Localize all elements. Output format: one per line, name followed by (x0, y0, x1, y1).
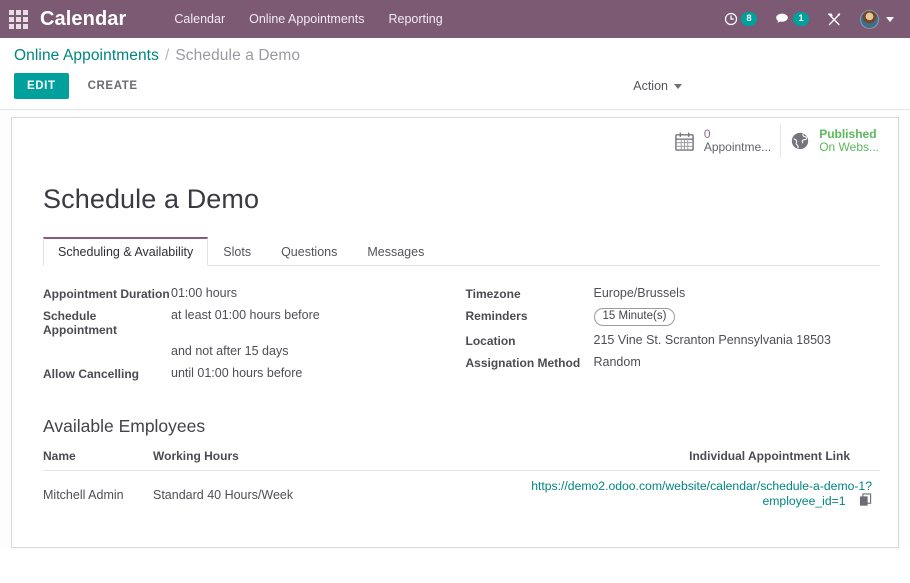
edit-button[interactable]: EDIT (14, 73, 69, 99)
field-allow-cancelling-value[interactable]: until 01:00 hours before (171, 366, 302, 381)
stat-appointments-label: Appointme... (704, 141, 771, 154)
breadcrumb-online-appointments[interactable]: Online Appointments (14, 47, 159, 65)
app-brand-title[interactable]: Calendar (40, 8, 126, 31)
field-reminders: Reminders 15 Minute(s) (466, 308, 881, 326)
stat-button-bar: 0 Appointme... Published On Webs... (12, 118, 898, 158)
calendar-icon (674, 131, 695, 152)
field-group-right: Timezone Europe/Brussels Reminders 15 Mi… (466, 286, 881, 388)
chevron-down-icon (886, 17, 894, 22)
field-appointment-duration-value[interactable]: 01:00 hours (171, 286, 237, 301)
chat-bubble-icon (775, 12, 790, 26)
breadcrumb-separator: / (165, 47, 169, 65)
field-reminders-label: Reminders (466, 308, 594, 323)
field-location-label: Location (466, 333, 594, 348)
navbar-right-tools: 8 1 (716, 8, 902, 31)
control-panel: Online Appointments / Schedule a Demo ED… (0, 38, 910, 110)
nav-item-reporting[interactable]: Reporting (376, 6, 454, 32)
table-row[interactable]: Mitchell Admin Standard 40 Hours/Week ht… (43, 471, 880, 517)
employee-link-cell: https://demo2.odoo.com/website/calendar/… (483, 471, 880, 517)
field-schedule-appointment: Schedule Appointment at least 01:00 hour… (43, 308, 458, 337)
field-timezone-label: Timezone (466, 286, 594, 301)
top-navbar: Calendar Calendar Online Appointments Re… (0, 0, 910, 38)
avatar (860, 10, 879, 29)
form-content: Schedule a Demo Scheduling & Availabilit… (12, 158, 898, 516)
stat-button-website-published[interactable]: Published On Webs... (780, 124, 888, 158)
column-header-individual-appointment-link[interactable]: Individual Appointment Link (483, 445, 880, 471)
form-notebook-tabs: Scheduling & Availability Slots Question… (43, 237, 880, 266)
field-assignation-method: Assignation Method Random (466, 355, 881, 370)
tab-messages[interactable]: Messages (352, 237, 439, 266)
tab-scheduling-availability[interactable]: Scheduling & Availability (43, 237, 208, 266)
field-appointment-duration-label: Appointment Duration (43, 286, 171, 301)
field-schedule-appointment-row2: and not after 15 days (43, 344, 458, 359)
user-menu[interactable] (852, 8, 898, 31)
employees-table-body: Mitchell Admin Standard 40 Hours/Week ht… (43, 471, 880, 517)
control-panel-right: Action (627, 75, 896, 97)
reminder-tag[interactable]: 15 Minute(s) (594, 308, 676, 326)
field-allow-cancelling: Allow Cancelling until 01:00 hours befor… (43, 366, 458, 381)
odoo-app-window: Calendar Calendar Online Appointments Re… (0, 0, 910, 583)
activities-menu[interactable]: 8 (716, 8, 765, 30)
field-assignation-method-label: Assignation Method (466, 355, 594, 370)
stat-button-appointments-text: 0 Appointme... (704, 128, 771, 154)
employees-table-head: Name Working Hours Individual Appointmen… (43, 445, 880, 471)
wrench-screwdriver-icon (827, 12, 842, 27)
page-title: Schedule a Demo (43, 184, 880, 215)
field-location-value[interactable]: 215 Vine St. Scranton Pennsylvania 18503 (594, 333, 831, 348)
available-employees-title: Available Employees (43, 416, 880, 437)
field-group-left: Appointment Duration 01:00 hours Schedul… (43, 286, 458, 388)
column-header-name[interactable]: Name (43, 445, 153, 471)
available-employees-table: Name Working Hours Individual Appointmen… (43, 445, 880, 516)
globe-icon (790, 131, 810, 151)
field-appointment-duration: Appointment Duration 01:00 hours (43, 286, 458, 301)
field-schedule-appointment-label: Schedule Appointment (43, 308, 171, 337)
employee-working-hours: Standard 40 Hours/Week (153, 471, 483, 517)
create-button[interactable]: CREATE (77, 73, 149, 99)
field-reminders-value: 15 Minute(s) (594, 308, 676, 326)
field-assignation-method-value[interactable]: Random (594, 355, 641, 370)
breadcrumb: Online Appointments / Schedule a Demo (0, 47, 910, 65)
field-schedule-appointment-value[interactable]: at least 01:00 hours before (171, 308, 320, 323)
action-dropdown[interactable]: Action (627, 75, 688, 97)
stat-published-label: On Webs... (819, 141, 879, 154)
field-schedule-appointment-value2[interactable]: and not after 15 days (171, 344, 288, 359)
employees-header-row: Name Working Hours Individual Appointmen… (43, 445, 880, 471)
action-dropdown-label: Action (633, 79, 668, 93)
control-panel-buttons: EDIT CREATE Action (0, 65, 910, 109)
activities-count-badge: 8 (741, 12, 757, 26)
field-allow-cancelling-label: Allow Cancelling (43, 366, 171, 381)
nav-item-online-appointments[interactable]: Online Appointments (237, 6, 376, 32)
form-sheet: 0 Appointme... Published On Webs... (11, 117, 899, 548)
individual-appointment-link[interactable]: https://demo2.odoo.com/website/calendar/… (531, 479, 872, 508)
field-groups: Appointment Duration 01:00 hours Schedul… (43, 286, 880, 388)
stat-button-published-text: Published On Webs... (819, 128, 879, 154)
nav-item-calendar[interactable]: Calendar (162, 6, 237, 32)
field-timezone-value[interactable]: Europe/Brussels (594, 286, 686, 301)
column-header-working-hours[interactable]: Working Hours (153, 445, 483, 471)
clock-activity-icon (724, 12, 738, 26)
chevron-down-icon (674, 84, 682, 89)
breadcrumb-current: Schedule a Demo (175, 47, 300, 65)
form-view-background: 0 Appointme... Published On Webs... (0, 110, 910, 548)
navbar-menu: Calendar Online Appointments Reporting (162, 6, 454, 32)
field-location: Location 215 Vine St. Scranton Pennsylva… (466, 333, 881, 348)
employee-name: Mitchell Admin (43, 471, 153, 517)
field-timezone: Timezone Europe/Brussels (466, 286, 881, 301)
tab-questions[interactable]: Questions (266, 237, 352, 266)
messages-menu[interactable]: 1 (767, 8, 817, 30)
tab-slots[interactable]: Slots (208, 237, 266, 266)
apps-grid-icon[interactable] (6, 7, 30, 31)
tools-menu[interactable] (819, 8, 850, 31)
stat-button-appointments[interactable]: 0 Appointme... (665, 124, 780, 158)
messages-count-badge: 1 (793, 12, 809, 26)
copy-icon[interactable] (859, 493, 872, 510)
